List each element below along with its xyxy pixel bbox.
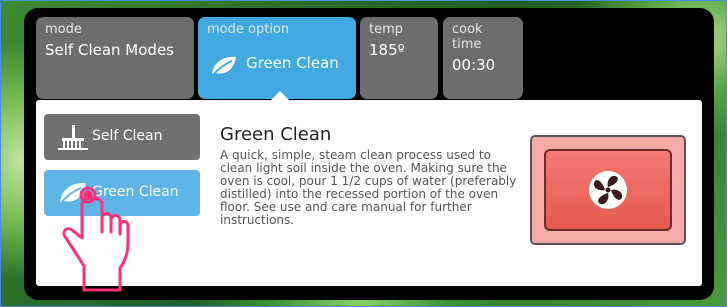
- tab-mode[interactable]: mode Self Clean Modes: [36, 17, 194, 99]
- tab-cook-time-label: cook time: [452, 22, 483, 52]
- broom-icon: [58, 125, 88, 150]
- tab-mode-label: mode: [45, 22, 82, 37]
- option-title: Green Clean: [220, 124, 332, 145]
- start-button-face: [544, 149, 672, 231]
- tab-temp[interactable]: temp 185º: [360, 17, 438, 99]
- tab-mode-option-value: Green Clean: [246, 54, 339, 72]
- self-clean-button[interactable]: Self Clean: [44, 114, 200, 160]
- start-clean-button[interactable]: [530, 135, 686, 245]
- leaf-icon: [212, 56, 236, 76]
- tap-hand-icon: [62, 186, 130, 292]
- tab-temp-label: temp: [369, 22, 404, 37]
- tab-temp-value: 185º: [369, 41, 405, 59]
- tab-cook-time-value: 00:30: [452, 56, 496, 74]
- tab-mode-option-label: mode option: [207, 22, 290, 37]
- tab-cook-time[interactable]: cook time 00:30: [443, 17, 523, 99]
- fan-icon: [589, 171, 627, 209]
- tab-mode-value: Self Clean Modes: [45, 41, 174, 59]
- self-clean-label: Self Clean: [92, 128, 163, 144]
- tab-mode-option[interactable]: mode option Green Clean: [198, 17, 356, 99]
- option-description: A quick, simple, steam clean process use…: [220, 148, 517, 227]
